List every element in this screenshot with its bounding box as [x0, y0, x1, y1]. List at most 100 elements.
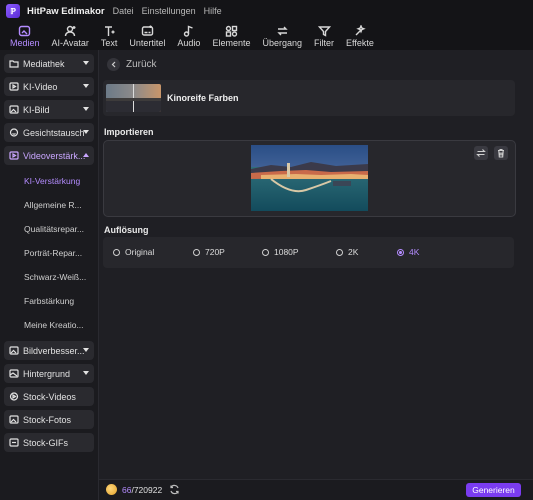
sidebar-subitem-qualitaetsreparatur[interactable]: Qualitätsrepar... [4, 217, 94, 241]
transition-icon [276, 24, 289, 37]
refresh-icon [170, 484, 179, 495]
swap-icon [476, 149, 486, 157]
radio-icon [113, 248, 120, 256]
sidebar-item-label: Hintergrund [23, 368, 71, 379]
sidebar-item-label: Videoverstärk... [23, 150, 86, 161]
elements-icon [225, 24, 238, 37]
replace-button[interactable] [474, 146, 488, 160]
tab-ai-avatar-label: AI-Avatar [51, 38, 89, 48]
back-label: Zurück [126, 59, 157, 70]
sidebar-item-gesichtstausch[interactable]: Gesichtstausch [4, 123, 94, 142]
sidebar-item-label: KI-Bild [23, 104, 50, 115]
image-icon [9, 105, 19, 114]
generate-button[interactable]: Generieren [466, 483, 521, 497]
main-panel: Zurück Kinoreife Farben Importieren Aufl… [98, 50, 533, 500]
sidebar-item-stock-fotos[interactable]: Stock-Fotos [4, 410, 94, 429]
tab-transition[interactable]: Übergang [256, 22, 308, 50]
stock-gif-icon [9, 438, 19, 447]
tab-text-label: Text [100, 38, 118, 48]
stock-photo-icon [9, 415, 19, 424]
tab-media-label: Medien [10, 38, 40, 48]
tab-transition-label: Übergang [262, 38, 303, 48]
menu-help[interactable]: Hilfe [204, 6, 222, 16]
chevron-left-icon [107, 58, 120, 71]
chevron-down-icon [83, 371, 89, 375]
app-title: HitPaw Edimakor [27, 5, 105, 17]
tab-audio[interactable]: Audio [171, 22, 206, 50]
import-section-title: Importieren [104, 127, 154, 137]
chevron-down-icon [83, 61, 89, 65]
sidebar-item-videoverstaerkung[interactable]: Videoverstärk... [4, 146, 94, 165]
filter-icon [317, 24, 331, 37]
radio-icon [336, 248, 343, 256]
tab-filter[interactable]: Filter [308, 22, 340, 50]
sidebar-item-ki-video[interactable]: KI-Video [4, 77, 94, 96]
tab-ai-avatar[interactable]: AI-Avatar [46, 22, 95, 50]
chevron-down-icon [83, 84, 89, 88]
resolution-720p[interactable]: 720P [193, 247, 225, 257]
preset-thumbnail [106, 84, 161, 112]
chevron-up-icon [83, 153, 89, 157]
sidebar-subitem-ki-verstaerkung[interactable]: KI-Verstärkung [4, 169, 94, 193]
face-swap-icon [9, 128, 19, 137]
imported-video-thumbnail[interactable] [251, 145, 368, 211]
refresh-button[interactable] [169, 484, 180, 497]
menu-file[interactable]: Datei [113, 6, 134, 16]
menu-settings[interactable]: Einstellungen [142, 6, 196, 16]
chevron-down-icon [83, 107, 89, 111]
main-toolbar: Medien AI-Avatar Text Untertitel Audio E… [0, 22, 533, 50]
resolution-label: Original [125, 247, 155, 257]
sidebar-subitem-allgemeine-reparatur[interactable]: Allgemeine R... [4, 193, 94, 217]
stock-video-icon [9, 392, 19, 401]
sidebar-item-label: Mediathek [23, 58, 65, 69]
folder-icon [9, 59, 19, 68]
sidebar-item-label: Stock-GIFs [23, 437, 69, 448]
resolution-original[interactable]: Original [113, 247, 154, 257]
resolution-label: 720P [205, 247, 225, 257]
tab-effects-label: Effekte [346, 38, 374, 48]
sidebar-item-mediathek[interactable]: Mediathek [4, 54, 94, 73]
tab-elements[interactable]: Elemente [206, 22, 256, 50]
preset-card[interactable]: Kinoreife Farben [103, 80, 515, 116]
sidebar-item-label: Stock-Fotos [23, 414, 72, 425]
tab-media[interactable]: Medien [4, 22, 46, 50]
subtitle-icon [141, 24, 154, 37]
avatar-icon [64, 24, 77, 37]
sidebar-item-bildverbesserung[interactable]: Bildverbesser... [4, 341, 94, 360]
audio-icon [182, 24, 195, 37]
sidebar-submenu: KI-Verstärkung Allgemeine R... Qualitäts… [4, 169, 94, 337]
resolution-1080p[interactable]: 1080P [262, 247, 299, 257]
delete-button[interactable] [494, 146, 508, 160]
sidebar-item-ki-bild[interactable]: KI-Bild [4, 100, 94, 119]
media-icon [18, 24, 31, 37]
coin-icon [106, 484, 117, 495]
resolution-2k[interactable]: 2K [336, 247, 358, 257]
back-link[interactable]: Zurück [107, 58, 157, 71]
resolution-4k[interactable]: 4K [397, 247, 419, 257]
tab-elements-label: Elemente [212, 38, 251, 48]
tab-effects[interactable]: Effekte [340, 22, 380, 50]
tab-subtitles[interactable]: Untertitel [123, 22, 171, 50]
sidebar-subitem-portraet-reparatur[interactable]: Porträt-Repar... [4, 241, 94, 265]
title-bar: ℙ HitPaw Edimakor Datei Einstellungen Hi… [0, 0, 533, 22]
effects-icon [353, 24, 367, 37]
sidebar-item-hintergrund[interactable]: Hintergrund [4, 364, 94, 383]
tab-text[interactable]: Text [95, 22, 124, 50]
image-enhance-icon [9, 346, 19, 355]
sidebar-item-stock-videos[interactable]: Stock-Videos [4, 387, 94, 406]
import-dropzone[interactable] [103, 140, 516, 217]
sidebar-subitem-meine-kreationen[interactable]: Meine Kreatio... [4, 313, 94, 337]
tab-audio-label: Audio [177, 38, 201, 48]
radio-selected-icon [397, 248, 404, 256]
sidebar-item-label: Bildverbesser... [23, 345, 85, 356]
sidebar-subitem-farbstaerkung[interactable]: Farbstärkung [4, 289, 94, 313]
sidebar-item-label: KI-Video [23, 81, 58, 92]
sidebar-subitem-schwarz-weiss[interactable]: Schwarz-Weiß... [4, 265, 94, 289]
chevron-down-icon [83, 348, 89, 352]
sidebar-item-stock-gifs[interactable]: Stock-GIFs [4, 433, 94, 452]
text-icon [103, 24, 116, 37]
resolution-label: 4K [409, 247, 420, 257]
radio-icon [262, 248, 269, 256]
sidebar-item-label: Gesichtstausch [23, 127, 85, 138]
credits-counter: 66/720922 [122, 485, 162, 495]
